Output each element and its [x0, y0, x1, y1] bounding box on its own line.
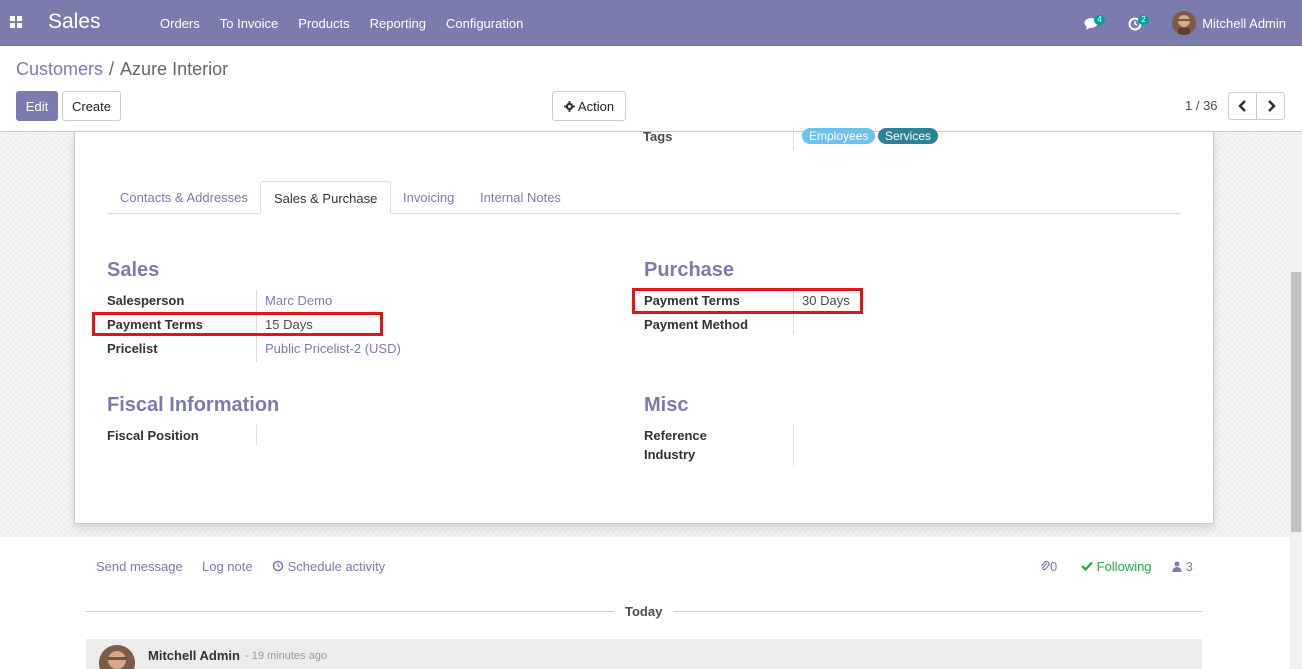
following-label: Following [1096, 559, 1152, 574]
pager-previous-button[interactable] [1228, 92, 1257, 120]
attachments-button[interactable]: 0 [1040, 559, 1057, 574]
breadcrumb-separator: / [109, 59, 115, 79]
menu-item-configuration[interactable]: Configuration [436, 16, 533, 31]
tags-label: Tags [643, 129, 673, 144]
action-button[interactable]: Action [552, 91, 626, 121]
activity-menu[interactable]: 2 [1128, 13, 1149, 33]
sales-payment-terms-highlight [92, 312, 383, 336]
tab-contacts-addresses[interactable]: Contacts & Addresses [107, 181, 261, 214]
create-button[interactable]: Create [62, 91, 121, 121]
message-author[interactable]: Mitchell Admin [148, 648, 240, 663]
user-icon [1172, 561, 1182, 572]
field-separator [793, 425, 794, 465]
tab-internal-notes[interactable]: Internal Notes [467, 181, 574, 214]
menu-item-to-invoice[interactable]: To Invoice [210, 16, 289, 31]
activities-badge: 2 [1138, 15, 1149, 25]
purchase-payment-terms-highlight [632, 288, 863, 314]
pager-value[interactable]: 1 / 36 [1185, 98, 1218, 113]
divider [673, 611, 1202, 612]
apps-menu-icon[interactable] [10, 16, 22, 28]
app-name[interactable]: Sales [48, 10, 101, 34]
field-separator [793, 128, 794, 150]
edit-button[interactable]: Edit [16, 91, 58, 121]
salesperson-label: Salesperson [107, 293, 185, 308]
breadcrumb: Customers / Azure Interior [16, 59, 228, 80]
breadcrumb-current: Azure Interior [120, 59, 229, 79]
fiscal-group-title: Fiscal Information [107, 394, 280, 416]
misc-group-title: Misc [644, 394, 689, 416]
menu-item-reporting[interactable]: Reporting [360, 16, 436, 31]
sales-group-title: Sales [107, 259, 160, 281]
pager-next-button[interactable] [1256, 92, 1285, 120]
user-name[interactable]: Mitchell Admin [1202, 16, 1286, 31]
pricelist-label: Pricelist [107, 341, 158, 356]
chevron-right-icon [1267, 100, 1276, 112]
scrollbar[interactable] [1290, 132, 1302, 669]
paperclip-icon [1041, 560, 1050, 571]
messages-badge: 4 [1094, 15, 1105, 25]
gear-icon [563, 100, 575, 112]
field-separator [256, 425, 257, 445]
log-note-button[interactable]: Log note [202, 559, 253, 574]
divider [86, 611, 614, 612]
check-icon [1081, 561, 1093, 572]
industry-label: Industry [644, 447, 696, 462]
messaging-menu[interactable]: 4 [1084, 13, 1105, 33]
top-navbar: Sales Orders To Invoice Products Reporti… [0, 0, 1302, 46]
today-separator-label: Today [625, 604, 663, 619]
scrollbar-thumb[interactable] [1291, 272, 1301, 532]
pricelist-value[interactable]: Public Pricelist-2 (USD) [265, 341, 401, 356]
control-panel: Customers / Azure Interior Edit Create Act… [0, 46, 1302, 132]
send-message-button[interactable]: Send message [96, 559, 183, 574]
breadcrumb-customers[interactable]: Customers [16, 59, 103, 79]
reference-label: Reference [644, 428, 707, 443]
main-menu: Orders To Invoice Products Reporting Con… [150, 0, 533, 46]
purchase-group-title: Purchase [644, 259, 735, 281]
notebook-tabs: Contacts & Addresses Sales & Purchase In… [107, 181, 1181, 214]
message-time: - 19 minutes ago [245, 650, 327, 662]
followers-button[interactable]: 3 [1172, 559, 1193, 574]
followers-count: 3 [1185, 559, 1193, 574]
salesperson-value[interactable]: Marc Demo [265, 293, 332, 308]
schedule-activity-button[interactable]: Schedule activity [272, 559, 385, 574]
following-button[interactable]: Following [1081, 559, 1152, 574]
tag-employees[interactable]: Employees [802, 128, 876, 144]
menu-item-orders[interactable]: Orders [150, 16, 210, 31]
systray: 4 2 Mitchell Admin [1084, 0, 1302, 46]
tag-services[interactable]: Services [878, 128, 939, 144]
tab-invoicing[interactable]: Invoicing [390, 181, 467, 214]
menu-item-products[interactable]: Products [288, 16, 359, 31]
tab-sales-purchase[interactable]: Sales & Purchase [260, 181, 392, 214]
chevron-left-icon [1237, 100, 1246, 112]
attachments-count: 0 [1050, 559, 1058, 574]
clock-icon [272, 560, 284, 572]
payment-method-label: Payment Method [644, 317, 749, 332]
user-avatar[interactable] [1172, 11, 1197, 35]
action-label: Action [577, 98, 615, 114]
fiscal-position-label: Fiscal Position [107, 428, 199, 443]
schedule-activity-label: Schedule activity [287, 559, 386, 574]
